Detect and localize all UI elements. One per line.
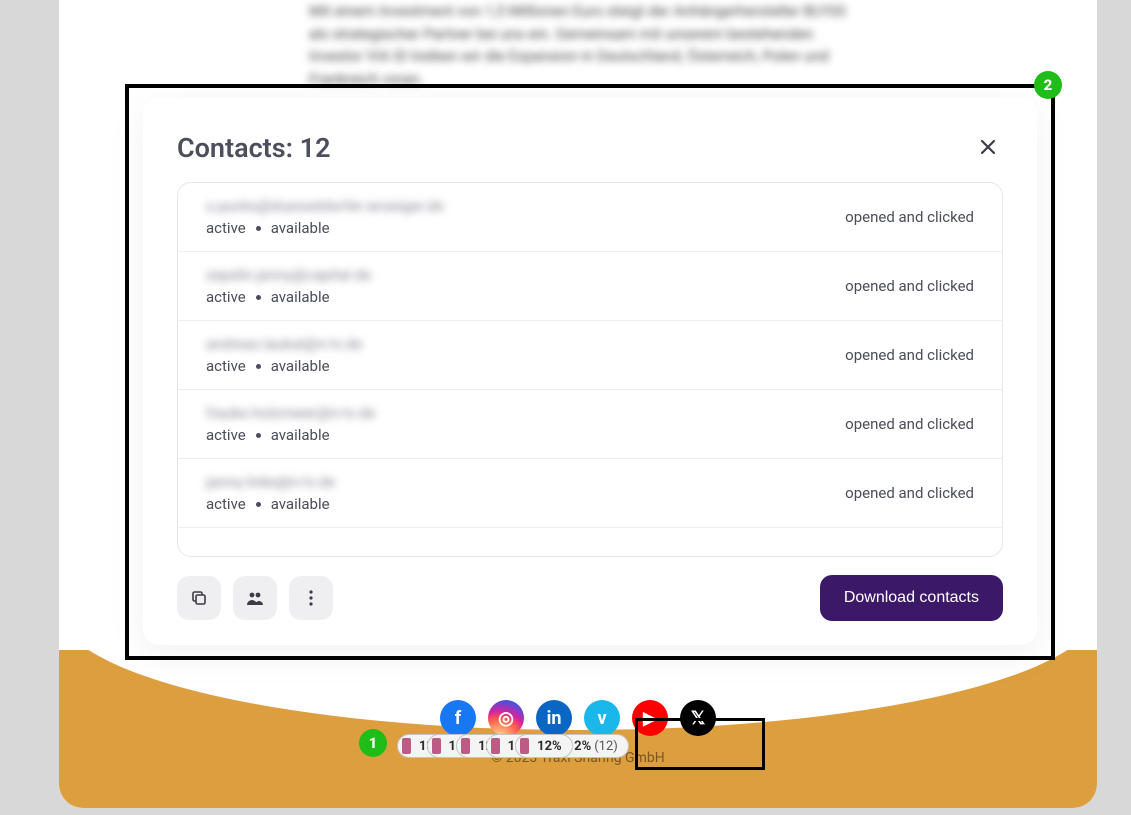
footer-actions-left <box>177 576 333 620</box>
contact-status-action: opened and clicked <box>845 277 974 295</box>
pill-bar-icon <box>402 738 411 754</box>
copy-icon <box>190 589 208 607</box>
contact-email: janna.linke@n-tv.de <box>206 473 335 491</box>
contact-status-action: opened and clicked <box>845 484 974 502</box>
facebook-icon[interactable]: f <box>440 700 476 736</box>
vimeo-icon[interactable]: v <box>584 700 620 736</box>
contact-email: frauke.holzmeier@n-tv.de <box>206 404 375 422</box>
linkedin-icon[interactable]: in <box>536 700 572 736</box>
modal-header: Contacts: 12 <box>177 132 1003 164</box>
pill-bar-icon <box>491 738 500 754</box>
more-vertical-icon <box>309 590 313 606</box>
pill-highlight-outline <box>635 718 765 770</box>
pill-bar-icon <box>461 738 470 754</box>
contact-status: active available <box>206 288 371 306</box>
modal-highlight-outline: Contacts: 12 s.pucks@duesseldorfer-anzei… <box>125 84 1055 660</box>
modal-footer: Download contacts <box>177 575 1003 621</box>
contact-status-action: opened and clicked <box>845 346 974 364</box>
background-paragraph: Mit einem Investment von 1,5 Millionen E… <box>309 0 847 90</box>
bullet-icon <box>256 502 261 507</box>
contact-row[interactable]: zepelin.jenny@capital.de active availabl… <box>178 252 1002 321</box>
group-button[interactable] <box>233 576 277 620</box>
contact-status-action: opened and clicked <box>845 208 974 226</box>
more-button[interactable] <box>289 576 333 620</box>
bullet-icon <box>256 364 261 369</box>
instagram-icon[interactable]: ◎ <box>488 700 524 736</box>
contact-status-action: opened and clicked <box>845 415 974 433</box>
download-contacts-button[interactable]: Download contacts <box>820 575 1003 621</box>
contacts-list[interactable]: s.pucks@duesseldorfer-anzeiger.de active… <box>178 183 1002 556</box>
close-button[interactable] <box>973 132 1003 162</box>
contact-email: andreas.laukat@n-tv.de <box>206 335 362 353</box>
contact-row[interactable]: s.pucks@duesseldorfer-anzeiger.de active… <box>178 183 1002 252</box>
bullet-icon <box>256 226 261 231</box>
close-icon <box>980 139 996 155</box>
contact-status: active available <box>206 426 375 444</box>
page-footer: f ◎ in v ▶ 𝕏 © 2023 Traxi Sharing GmbH <box>59 650 1097 808</box>
contact-row[interactable]: frauke.holzmeier@n-tv.de active availabl… <box>178 390 1002 459</box>
bullet-icon <box>256 295 261 300</box>
contact-email: zepelin.jenny@capital.de <box>206 266 371 284</box>
contact-status: active available <box>206 219 444 237</box>
contacts-box: s.pucks@duesseldorfer-anzeiger.de active… <box>177 182 1003 557</box>
bullet-icon <box>256 433 261 438</box>
contact-row[interactable]: janna.linke@n-tv.de active available ope… <box>178 459 1002 528</box>
stat-pill[interactable]: 12% <box>515 734 573 758</box>
pill-bar-icon <box>520 738 529 754</box>
pill-bar-icon <box>432 738 441 754</box>
step-badge-2: 2 <box>1034 71 1062 99</box>
contact-status: active available <box>206 495 335 513</box>
social-row: f ◎ in v ▶ 𝕏 <box>59 700 1097 736</box>
contact-email: s.pucks@duesseldorfer-anzeiger.de <box>206 197 444 215</box>
copy-button[interactable] <box>177 576 221 620</box>
contact-status: active available <box>206 357 362 375</box>
contacts-modal: Contacts: 12 s.pucks@duesseldorfer-anzei… <box>143 98 1037 645</box>
step-badge-1: 1 <box>359 729 387 757</box>
contact-row[interactable]: andreas.laukat@n-tv.de active available … <box>178 321 1002 390</box>
stat-pills: 13% 12% 12% 12% 12% 12% (12) <box>397 734 629 758</box>
people-icon <box>245 589 265 607</box>
modal-title: Contacts: 12 <box>177 132 331 164</box>
